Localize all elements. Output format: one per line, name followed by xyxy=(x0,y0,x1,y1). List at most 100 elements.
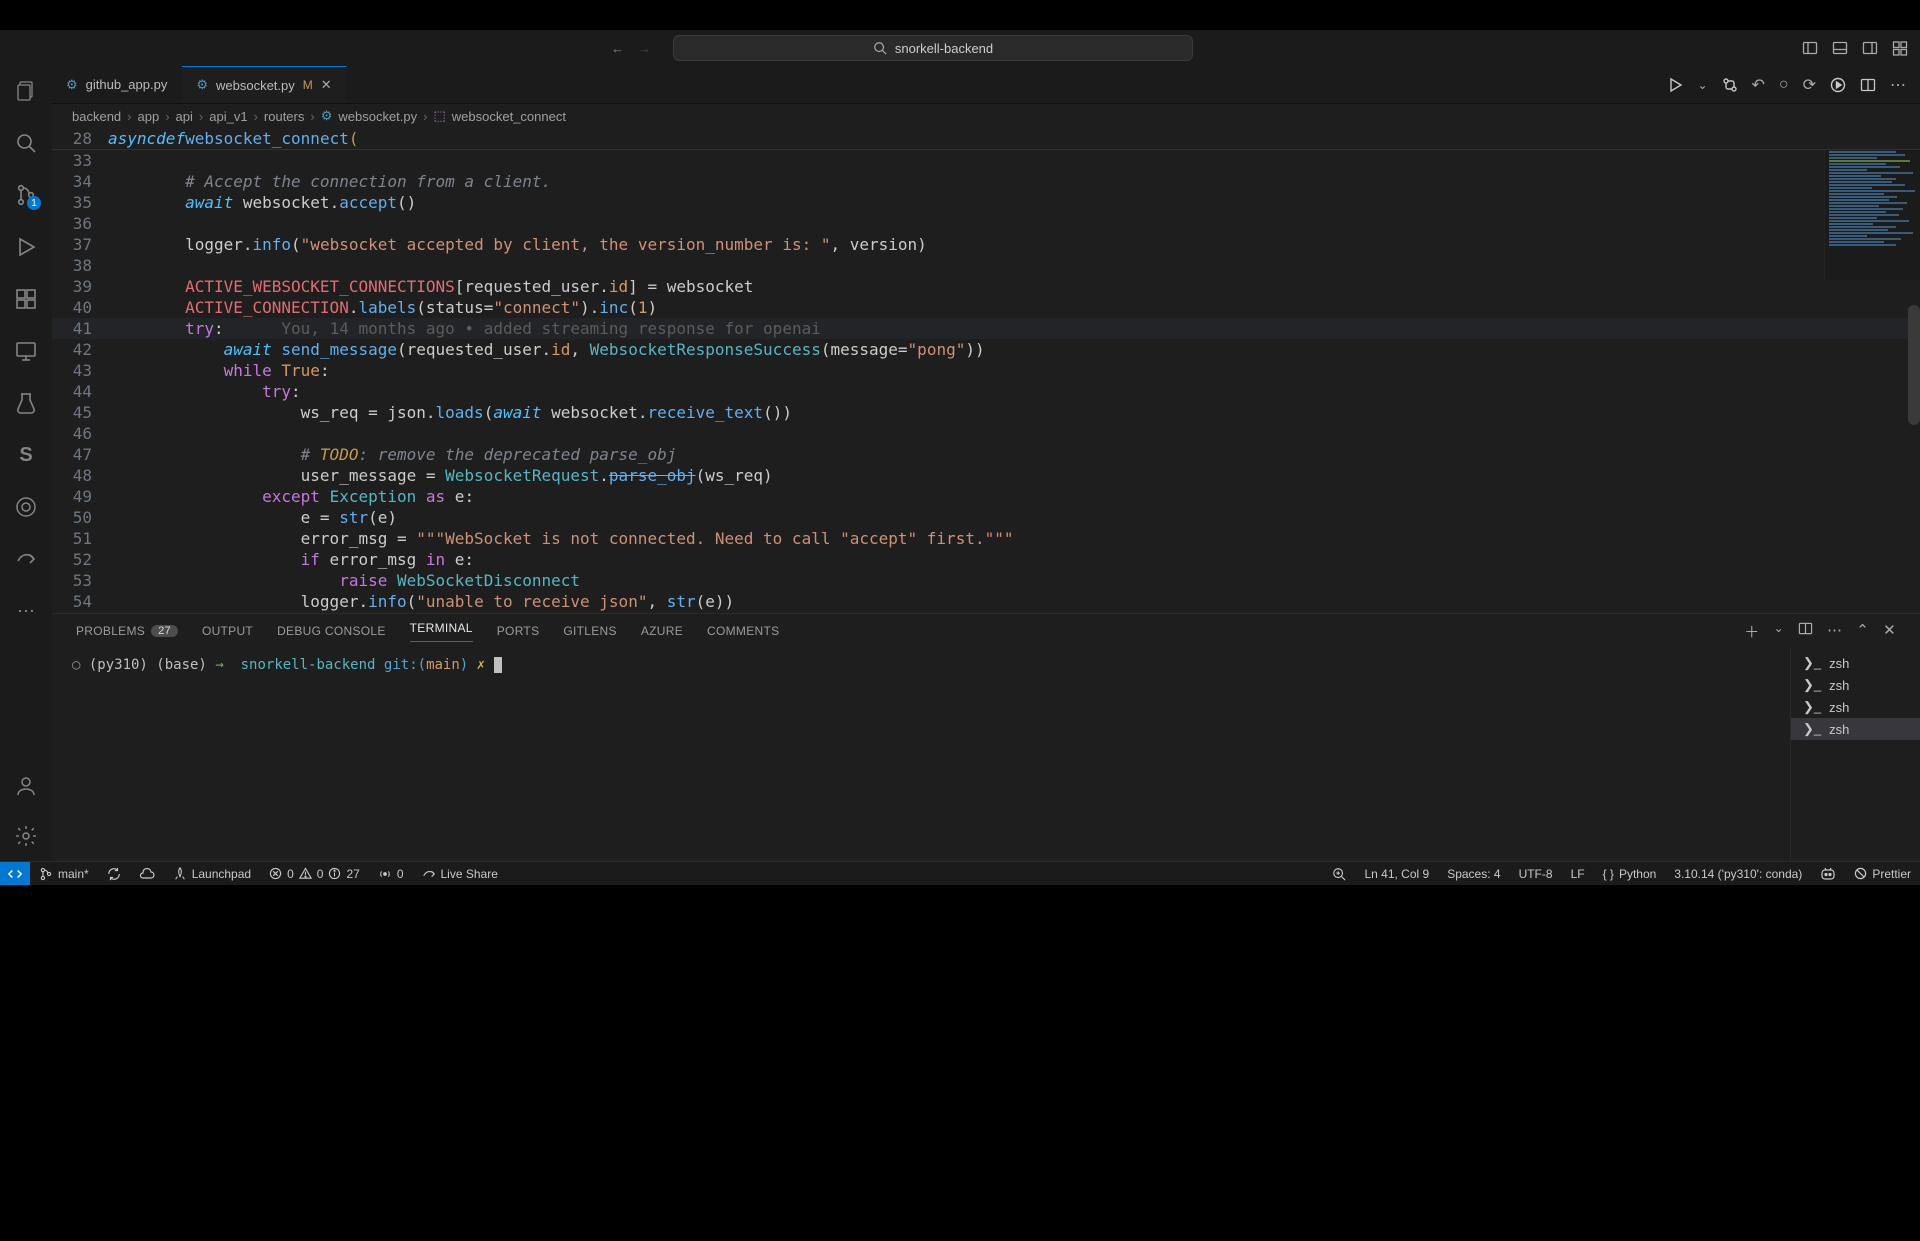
container-icon[interactable] xyxy=(13,494,39,520)
layout-sidebar-right-icon[interactable] xyxy=(1862,40,1878,56)
more-icon[interactable]: ⋯ xyxy=(1827,621,1842,642)
code-line[interactable]: 42 await send_message(requested_user.id,… xyxy=(52,339,1920,360)
status-errors[interactable]: 0 0 27 xyxy=(260,862,369,885)
run-circle-icon[interactable] xyxy=(1830,77,1846,93)
terminal-list-item[interactable]: ❯_zsh xyxy=(1791,674,1920,696)
code-line[interactable]: 33 xyxy=(52,150,1920,171)
close-icon[interactable]: ✕ xyxy=(1883,621,1896,642)
circle-sm-icon[interactable]: ○ xyxy=(1779,76,1789,94)
code-line[interactable]: 36 xyxy=(52,213,1920,234)
more-icon[interactable]: ⋯ xyxy=(13,598,39,624)
terminal-list-item[interactable]: ❯_zsh xyxy=(1791,696,1920,718)
git-compare-icon[interactable] xyxy=(1722,77,1738,93)
code-line[interactable]: 49 except Exception as e: xyxy=(52,486,1920,507)
code-line[interactable]: 55 await send_message(requested_user.id,… xyxy=(52,612,1920,613)
chevron-up-icon[interactable]: ⌃ xyxy=(1856,621,1869,642)
nav-back-icon[interactable]: ← xyxy=(611,41,624,56)
command-center[interactable]: snorkell-backend xyxy=(673,35,1193,61)
crumb[interactable]: app xyxy=(138,109,160,124)
code-line[interactable]: 38 xyxy=(52,255,1920,276)
code-line[interactable]: 46 xyxy=(52,423,1920,444)
editor-tab[interactable]: ⚙ github_app.py xyxy=(52,66,182,103)
crumb[interactable]: websocket_connect xyxy=(452,109,566,124)
extensions-icon[interactable] xyxy=(13,286,39,312)
code-line[interactable]: 54 logger.info("unable to receive json",… xyxy=(52,591,1920,612)
remote-explorer-icon[interactable] xyxy=(13,338,39,364)
circle-arrow-icon[interactable]: ⟳ xyxy=(1803,75,1816,95)
layout-panel-icon[interactable] xyxy=(1832,40,1848,56)
breadcrumb[interactable]: backend› app› api› api_v1› routers› ⚙ we… xyxy=(52,104,1920,128)
undo-icon[interactable]: ↶ xyxy=(1752,75,1765,95)
code-line[interactable]: 34 # Accept the connection from a client… xyxy=(52,171,1920,192)
panel-tab-terminal[interactable]: TERMINAL xyxy=(410,621,473,642)
code-line[interactable]: 53 raise WebSocketDisconnect xyxy=(52,570,1920,591)
remote-indicator[interactable] xyxy=(0,862,30,885)
crumb[interactable]: api xyxy=(176,109,193,124)
split-terminal-icon[interactable] xyxy=(1798,621,1813,642)
status-interpreter[interactable]: 3.10.14 ('py310': conda) xyxy=(1665,867,1811,881)
status-sync[interactable] xyxy=(98,862,130,885)
layout-customize-icon[interactable] xyxy=(1892,40,1908,56)
sticky-scroll[interactable]: 28 async def websocket_connect( xyxy=(52,128,1920,150)
code-line[interactable]: 51 error_msg = """WebSocket is not conne… xyxy=(52,528,1920,549)
editor-tab[interactable]: ⚙ websocket.py M ✕ xyxy=(182,66,346,103)
terminal-list-item[interactable]: ❯_zsh xyxy=(1791,718,1920,740)
code-line[interactable]: 35 await websocket.accept() xyxy=(52,192,1920,213)
layout-sidebar-left-icon[interactable] xyxy=(1802,40,1818,56)
chevron-down-icon[interactable]: ⌄ xyxy=(1774,621,1784,642)
run-icon[interactable] xyxy=(1667,77,1683,93)
status-cloud[interactable] xyxy=(130,862,164,885)
crumb[interactable]: backend xyxy=(72,109,121,124)
code-line[interactable]: 52 if error_msg in e: xyxy=(52,549,1920,570)
status-liveshare[interactable]: Live Share xyxy=(413,862,507,885)
search-icon[interactable] xyxy=(13,130,39,156)
panel-tab-problems[interactable]: PROBLEMS 27 xyxy=(76,624,178,638)
status-eol[interactable]: LF xyxy=(1562,867,1594,881)
run-debug-icon[interactable] xyxy=(13,234,39,260)
code-line[interactable]: 48 user_message = WebsocketRequest.parse… xyxy=(52,465,1920,486)
panel-tab-ports[interactable]: PORTS xyxy=(497,624,540,638)
status-cursor-pos[interactable]: Ln 41, Col 9 xyxy=(1355,867,1438,881)
crumb[interactable]: websocket.py xyxy=(338,109,417,124)
status-launchpad[interactable]: Launchpad xyxy=(164,862,260,885)
code-line[interactable]: 39 ACTIVE_WEBSOCKET_CONNECTIONS[requeste… xyxy=(52,276,1920,297)
nav-forward-icon[interactable]: → xyxy=(638,41,651,56)
explorer-icon[interactable] xyxy=(13,78,39,104)
panel-tab-debug-console[interactable]: DEBUG CONSOLE xyxy=(277,624,386,638)
status-copilot[interactable] xyxy=(1811,867,1845,881)
share-icon[interactable] xyxy=(13,546,39,572)
code-line[interactable]: 43 while True: xyxy=(52,360,1920,381)
code-line[interactable]: 45 ws_req = json.loads(await websocket.r… xyxy=(52,402,1920,423)
testing-icon[interactable] xyxy=(13,390,39,416)
code-editor[interactable]: 3334 # Accept the connection from a clie… xyxy=(52,150,1920,613)
minimap[interactable] xyxy=(1824,150,1920,280)
chevron-down-icon[interactable]: ⌄ xyxy=(1697,78,1707,92)
status-zoom[interactable] xyxy=(1323,867,1355,881)
crumb[interactable]: api_v1 xyxy=(209,109,247,124)
code-line[interactable]: 41 try: You, 14 months ago • added strea… xyxy=(52,318,1920,339)
status-spaces[interactable]: Spaces: 4 xyxy=(1438,867,1509,881)
more-icon[interactable]: ⋯ xyxy=(1890,75,1906,95)
code-line[interactable]: 40 ACTIVE_CONNECTION.labels(status="conn… xyxy=(52,297,1920,318)
panel-tab-azure[interactable]: AZURE xyxy=(641,624,683,638)
status-encoding[interactable]: UTF-8 xyxy=(1510,867,1562,881)
gear-icon[interactable] xyxy=(13,823,39,849)
scrollbar-thumb[interactable] xyxy=(1908,305,1920,425)
status-radio[interactable]: 0 xyxy=(369,862,413,885)
panel-tab-comments[interactable]: COMMENTS xyxy=(707,624,779,638)
new-terminal-icon[interactable]: ＋ xyxy=(1744,621,1759,642)
s-icon[interactable]: S xyxy=(13,442,39,468)
code-line[interactable]: 50 e = str(e) xyxy=(52,507,1920,528)
panel-tab-output[interactable]: OUTPUT xyxy=(202,624,253,638)
accounts-icon[interactable] xyxy=(13,773,39,799)
source-control-icon[interactable]: 1 xyxy=(13,182,39,208)
split-editor-icon[interactable] xyxy=(1860,77,1876,93)
close-icon[interactable]: ✕ xyxy=(321,77,332,93)
code-line[interactable]: 47 # TODO: remove the deprecated parse_o… xyxy=(52,444,1920,465)
code-line[interactable]: 44 try: xyxy=(52,381,1920,402)
panel-tab-gitlens[interactable]: GITLENS xyxy=(563,624,616,638)
status-prettier[interactable]: Prettier xyxy=(1845,867,1920,881)
status-language[interactable]: { }Python xyxy=(1594,867,1666,881)
terminal[interactable]: ○ (py310) (base) → snorkell-backend git:… xyxy=(52,648,1790,861)
crumb[interactable]: routers xyxy=(264,109,304,124)
